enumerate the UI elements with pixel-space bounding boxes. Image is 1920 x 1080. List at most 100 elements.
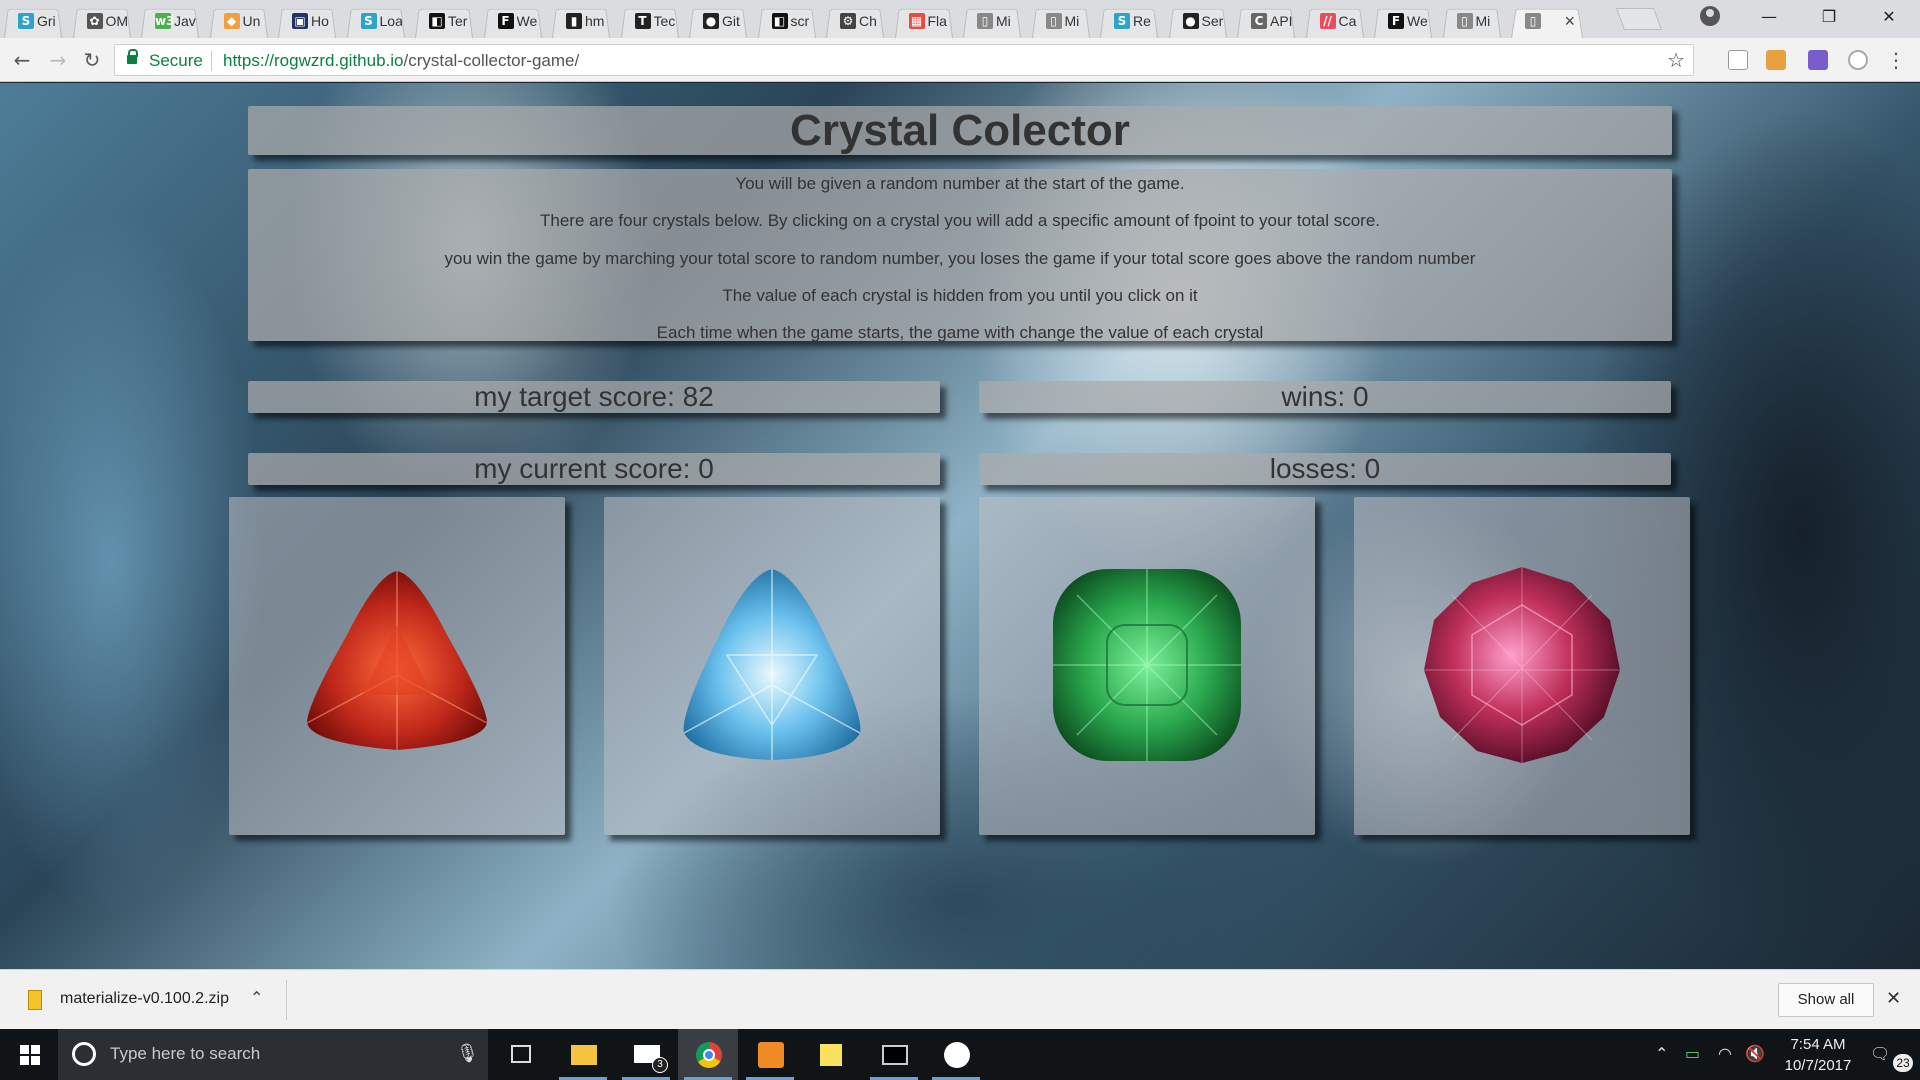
green-crystal-button[interactable] xyxy=(979,497,1315,835)
browser-tab[interactable]: ◧ Ter xyxy=(415,4,473,38)
sublime-text-app[interactable] xyxy=(740,1029,800,1080)
taskbar-search-placeholder: Type here to search xyxy=(110,1044,261,1063)
pink-crystal-icon xyxy=(1424,567,1620,763)
browser-tab[interactable]: S Re xyxy=(1100,4,1158,38)
tab-title: Ca xyxy=(1338,13,1357,29)
file-explorer-app[interactable] xyxy=(553,1029,613,1080)
slack-app[interactable] xyxy=(926,1029,986,1080)
forward-button[interactable]: → xyxy=(44,46,72,74)
address-bar[interactable]: Secure https://rogwzrd.github.io/crystal… xyxy=(114,44,1694,76)
red-crystal-button[interactable] xyxy=(229,497,565,835)
browser-tab[interactable]: ▯ Mi xyxy=(1442,4,1501,38)
browser-tab[interactable]: ✿ OM xyxy=(72,4,131,38)
download-file-name[interactable]: materialize-v0.100.2.zip xyxy=(60,990,229,1008)
new-tab-button[interactable] xyxy=(1615,8,1663,30)
battery-icon[interactable]: ▭ xyxy=(1685,1044,1700,1064)
taskbar-search-box[interactable]: Type here to search 🎙 xyxy=(58,1029,488,1080)
tray-overflow-icon[interactable]: ⌃ xyxy=(1655,1044,1668,1064)
tab-title: We xyxy=(516,13,538,29)
clock-time[interactable]: 7:54 AM xyxy=(1783,1036,1853,1053)
window-close-button[interactable]: ✕ xyxy=(1866,4,1912,30)
profile-icon[interactable] xyxy=(1700,6,1720,26)
volume-muted-icon[interactable]: 🔇 xyxy=(1745,1044,1765,1064)
tab-title: We xyxy=(1407,13,1428,29)
browser-tab[interactable]: S Loa xyxy=(346,4,405,38)
show-all-button[interactable]: Show all xyxy=(1778,983,1874,1017)
reload-button[interactable]: ↻ xyxy=(78,46,106,74)
notification-count-badge: 23 xyxy=(1893,1054,1913,1072)
tab-favicon-icon: ⚙ xyxy=(840,13,856,29)
current-score-panel: my current score: 0 xyxy=(248,453,940,485)
browser-tab[interactable]: C API xyxy=(1237,4,1295,38)
wins-label: wins: 0 xyxy=(1281,381,1369,412)
microphone-icon[interactable]: 🎙 xyxy=(456,1043,479,1065)
browser-tab[interactable]: ⚙ Ch xyxy=(826,4,884,38)
browser-tab[interactable]: F We xyxy=(1374,4,1432,38)
browser-tab[interactable]: ▯ × xyxy=(1511,4,1583,38)
browser-tab[interactable]: ◧ scr xyxy=(757,4,816,38)
pencil-extension-icon[interactable] xyxy=(1766,50,1786,70)
blue-crystal-button[interactable] xyxy=(604,497,940,835)
close-download-bar-icon[interactable]: ✕ xyxy=(1886,987,1901,1011)
url-text[interactable]: https://rogwzrd.github.io/crystal-collec… xyxy=(223,51,579,71)
clock-date[interactable]: 10/7/2017 xyxy=(1773,1057,1863,1074)
wins-panel: wins: 0 xyxy=(979,381,1671,413)
tab-close-icon[interactable]: × xyxy=(1564,11,1575,32)
url-host: https://rogwzrd.github.io xyxy=(223,51,404,70)
task-view-button[interactable] xyxy=(490,1029,550,1080)
restore-button[interactable]: ❐ xyxy=(1806,4,1852,30)
browser-tab[interactable]: F We xyxy=(483,4,542,38)
browser-tab[interactable]: w3 Jav xyxy=(141,4,199,38)
download-options-caret-icon[interactable]: ⌃ xyxy=(250,986,263,1010)
terminal-app[interactable] xyxy=(864,1029,924,1080)
sticky-notes-app[interactable] xyxy=(802,1029,862,1080)
tab-title: Loa xyxy=(379,13,402,29)
back-button[interactable]: ← xyxy=(8,46,36,74)
chrome-app[interactable] xyxy=(678,1029,738,1080)
tab-title: Gri xyxy=(37,13,56,29)
tab-title: scr xyxy=(790,13,810,29)
browser-tab[interactable]: ▯ Mi xyxy=(1031,4,1090,38)
browser-tab[interactable]: ▦ Fla xyxy=(894,4,953,38)
pink-crystal-button[interactable] xyxy=(1354,497,1690,835)
mail-app[interactable]: 3 xyxy=(616,1029,676,1080)
circle-extension-icon[interactable] xyxy=(1848,50,1868,70)
browser-tab[interactable]: ▣ Ho xyxy=(278,4,336,38)
tab-favicon-icon: F xyxy=(497,13,514,29)
tab-title: API xyxy=(1270,13,1292,29)
windows-start-icon[interactable] xyxy=(20,1045,40,1065)
tab-title: Ser xyxy=(1201,13,1224,29)
tab-favicon-icon: ▯ xyxy=(977,13,993,29)
browser-tab[interactable]: ● Ser xyxy=(1168,4,1227,38)
tab-title: Jav xyxy=(174,13,196,29)
losses-panel: losses: 0 xyxy=(979,453,1671,485)
secure-label: Secure xyxy=(149,51,203,70)
browser-tab[interactable]: ◆ Un xyxy=(209,4,268,38)
minimize-button[interactable]: — xyxy=(1746,4,1792,30)
browser-tab[interactable]: ▮ hm xyxy=(552,4,610,38)
browser-tab[interactable]: S Gri xyxy=(4,4,62,38)
zip-file-icon xyxy=(28,990,42,1010)
purple-extension-icon[interactable] xyxy=(1808,50,1828,70)
bookmark-star-icon[interactable]: ☆ xyxy=(1667,48,1685,72)
page-title: Crystal Colector xyxy=(790,106,1130,155)
download-bar: materialize-v0.100.2.zip ⌃ Show all ✕ xyxy=(0,969,1920,1029)
browser-tab[interactable]: ● Git xyxy=(689,4,747,38)
eyedropper-extension-icon[interactable] xyxy=(1728,50,1748,70)
tab-favicon-icon: ▦ xyxy=(908,13,925,29)
menu-dots-icon[interactable]: ⋮ xyxy=(1882,46,1910,74)
wifi-icon[interactable]: ◠ xyxy=(1718,1044,1732,1064)
action-center-icon[interactable]: 🗨 xyxy=(1870,1044,1890,1064)
browser-tab[interactable]: //Ca xyxy=(1305,4,1364,38)
rule-line: Each time when the game starts, the game… xyxy=(656,323,1264,342)
target-score-label: my target score: 82 xyxy=(474,381,714,412)
green-crystal-icon xyxy=(1053,569,1241,761)
url-divider xyxy=(211,51,212,71)
browser-tab[interactable]: ▯ Mi xyxy=(963,4,1021,38)
red-crystal-icon xyxy=(306,571,488,750)
windows-taskbar: Type here to search 🎙 3 ⌃ ▭ ◠ 🔇 7:54 AM … xyxy=(0,1029,1920,1080)
tab-title: Mi xyxy=(1064,13,1080,29)
rules-panel: You will be given a random number at the… xyxy=(248,169,1672,342)
tab-favicon-icon: w3 xyxy=(155,13,175,29)
browser-tab[interactable]: T Tec xyxy=(620,4,679,38)
